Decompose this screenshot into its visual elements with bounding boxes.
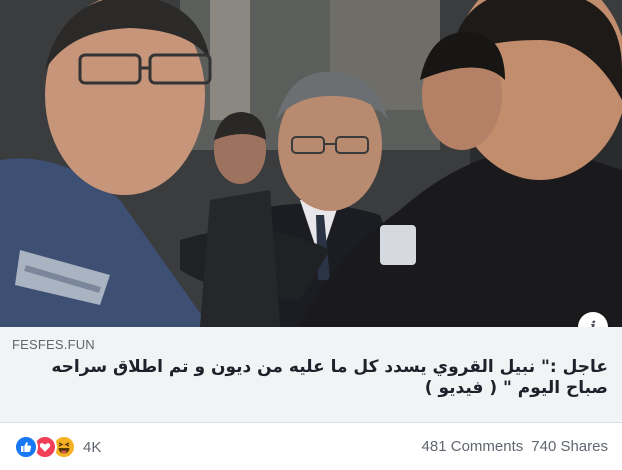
link-domain: FESFES.FUN xyxy=(12,337,95,352)
link-preview-image[interactable] xyxy=(0,0,622,327)
shared-link-card[interactable]: i FESFES.FUN عاجل :" نبيل القروي يسدد كل… xyxy=(0,0,622,470)
post-engagement-bar: 4K 481 Comments 740 Shares xyxy=(0,423,622,470)
reactions-summary[interactable]: 4K xyxy=(14,435,102,459)
link-headline[interactable]: عاجل :" نبيل القروي يسدد كل ما عليه من د… xyxy=(10,357,608,399)
link-preview-footer[interactable]: FESFES.FUN عاجل :" نبيل القروي يسدد كل م… xyxy=(0,327,622,423)
like-icon xyxy=(14,435,38,459)
post-stats: 481 Comments 740 Shares xyxy=(422,438,608,455)
shares-count[interactable]: 740 Shares xyxy=(531,438,608,455)
reaction-count: 4K xyxy=(83,438,102,456)
comments-count[interactable]: 481 Comments xyxy=(422,438,524,455)
